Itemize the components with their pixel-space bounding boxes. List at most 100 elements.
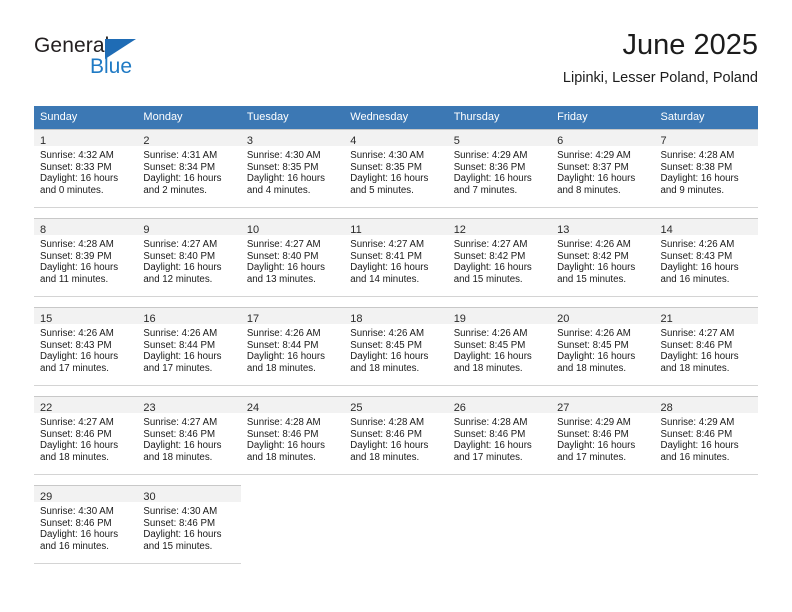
day-cell[interactable]: 17 Sunrise: 4:26 AM Sunset: 8:44 PM Dayligh… — [240, 307, 345, 386]
day-cell[interactable]: 2 Sunrise: 4:31 AM Sunset: 8:34 PM Daylight… — [137, 129, 241, 208]
day-cell[interactable]: 10 Sunrise: 4:27 AM Sunset: 8:40 PM Dayligh… — [240, 218, 345, 297]
day-cell[interactable]: 13 Sunrise: 4:26 AM Sunset: 8:42 PM Dayligh… — [551, 218, 655, 297]
daylight-text-line1: Daylight: 16 hours — [143, 262, 222, 274]
day-info: Sunrise: 4:27 AM Sunset: 8:42 PM Daylight:… — [448, 235, 551, 285]
calendar-cell-day-7: 7 Sunrise: 4:28 AM Sunset: 8:38 PM Daylight… — [654, 129, 758, 208]
week-spacer-cell — [34, 386, 758, 396]
day-cell[interactable]: 7 Sunrise: 4:28 AM Sunset: 8:38 PM Daylight… — [654, 129, 758, 208]
day-number: 18 — [350, 313, 363, 325]
day-number: 16 — [143, 313, 156, 325]
day-cell[interactable]: 26 Sunrise: 4:28 AM Sunset: 8:46 PM Dayligh… — [447, 396, 552, 475]
sunrise-text: Sunrise: 4:26 AM — [143, 328, 218, 339]
daylight-text-line1: Daylight: 16 hours — [40, 440, 119, 452]
sunrise-text: Sunrise: 4:29 AM — [660, 417, 735, 428]
sunrise-text: Sunrise: 4:30 AM — [350, 150, 425, 161]
day-number: 11 — [350, 224, 362, 236]
sunset-text: Sunset: 8:46 PM — [246, 428, 319, 440]
daylight-text-line1: Daylight: 16 hours — [350, 173, 429, 185]
day-cell[interactable]: 9 Sunrise: 4:27 AM Sunset: 8:40 PM Daylight… — [137, 218, 241, 297]
daylight-text-line2: and 18 minutes. — [660, 362, 730, 374]
day-number: 10 — [246, 224, 260, 236]
day-number-strip: 18 — [344, 308, 448, 325]
daylight-text-line1: Daylight: 16 hours — [143, 440, 222, 452]
day-info: Sunrise: 4:27 AM Sunset: 8:46 PM Daylight:… — [137, 413, 240, 463]
day-cell[interactable]: 21 Sunrise: 4:27 AM Sunset: 8:46 PM Dayligh… — [654, 307, 758, 386]
calendar-week-row: 15 Sunrise: 4:26 AM Sunset: 8:43 PM Dayligh… — [34, 307, 758, 386]
calendar-cell-day-23: 23 Sunrise: 4:27 AM Sunset: 8:46 PM Dayligh… — [137, 396, 241, 475]
calendar-cell-day-29: 29 Sunrise: 4:30 AM Sunset: 8:46 PM Dayligh… — [34, 485, 138, 564]
daylight-text-line1: Daylight: 16 hours — [40, 529, 119, 541]
day-cell[interactable]: 27 Sunrise: 4:29 AM Sunset: 8:46 PM Dayligh… — [551, 396, 655, 475]
sunrise-text: Sunrise: 4:29 AM — [557, 417, 631, 428]
calendar-cell-day-4: 4 Sunrise: 4:30 AM Sunset: 8:35 PM Daylight… — [344, 129, 448, 208]
daylight-text-line2: and 9 minutes. — [660, 184, 725, 196]
day-cell[interactable]: 5 Sunrise: 4:29 AM Sunset: 8:36 PM Daylight… — [447, 129, 552, 208]
sunrise-text: Sunrise: 4:26 AM — [557, 239, 631, 250]
day-number: 20 — [557, 313, 570, 325]
daylight-text-line1: Daylight: 16 hours — [557, 173, 636, 185]
day-cell[interactable]: 23 Sunrise: 4:27 AM Sunset: 8:46 PM Dayligh… — [137, 396, 241, 475]
daylight-text-line2: and 4 minutes. — [246, 184, 311, 196]
day-cell[interactable]: 14 Sunrise: 4:26 AM Sunset: 8:43 PM Dayligh… — [654, 218, 758, 297]
day-cell[interactable]: 30 Sunrise: 4:30 AM Sunset: 8:46 PM Dayligh… — [137, 485, 241, 564]
calendar-page: General Blue June 2025 Lipinki, Lesser P… — [0, 0, 792, 612]
daylight-text-line2: and 15 minutes. — [143, 540, 213, 552]
daylight-text-line1: Daylight: 16 hours — [350, 262, 429, 274]
sunset-text: Sunset: 8:38 PM — [660, 161, 733, 173]
daylight-text-line2: and 18 minutes. — [143, 451, 213, 463]
daylight-text-line2: and 17 minutes. — [453, 451, 523, 463]
sunrise-text: Sunrise: 4:28 AM — [660, 150, 735, 161]
day-number-strip: 15 — [34, 308, 138, 325]
day-number: 25 — [350, 402, 363, 414]
sunrise-text: Sunrise: 4:30 AM — [40, 506, 114, 517]
sunrise-text: Sunrise: 4:26 AM — [350, 328, 425, 339]
day-info: Sunrise: 4:26 AM Sunset: 8:43 PM Daylight:… — [34, 324, 137, 374]
daylight-text-line1: Daylight: 16 hours — [453, 262, 532, 274]
title-block: June 2025 Lipinki, Lesser Poland, Poland — [563, 28, 758, 88]
daylight-text-line1: Daylight: 16 hours — [40, 262, 119, 274]
daylight-text-line1: Daylight: 16 hours — [453, 440, 532, 452]
day-cell[interactable]: 16 Sunrise: 4:26 AM Sunset: 8:44 PM Dayligh… — [137, 307, 241, 386]
day-number: 27 — [557, 402, 570, 414]
day-number-strip: 30 — [137, 486, 241, 503]
day-cell[interactable]: 4 Sunrise: 4:30 AM Sunset: 8:35 PM Daylight… — [344, 129, 448, 208]
day-cell[interactable]: 3 Sunrise: 4:30 AM Sunset: 8:35 PM Daylight… — [240, 129, 345, 208]
daylight-text-line1: Daylight: 16 hours — [660, 262, 739, 274]
day-cell[interactable]: 25 Sunrise: 4:28 AM Sunset: 8:46 PM Dayligh… — [344, 396, 448, 475]
daylight-text-line2: and 12 minutes. — [143, 273, 213, 285]
day-number: 19 — [453, 313, 466, 325]
day-cell[interactable]: 22 Sunrise: 4:27 AM Sunset: 8:46 PM Dayligh… — [34, 396, 138, 475]
day-number: 15 — [40, 313, 53, 325]
day-cell[interactable]: 18 Sunrise: 4:26 AM Sunset: 8:45 PM Dayligh… — [344, 307, 448, 386]
empty-day-cell — [447, 485, 552, 564]
sunrise-text: Sunrise: 4:27 AM — [453, 239, 528, 250]
daylight-text-line1: Daylight: 16 hours — [350, 351, 429, 363]
daylight-text-line1: Daylight: 16 hours — [557, 440, 636, 452]
day-cell[interactable]: 11 Sunrise: 4:27 AM Sunset: 8:41 PM Dayligh… — [344, 218, 448, 297]
day-cell[interactable]: 6 Sunrise: 4:29 AM Sunset: 8:37 PM Daylight… — [551, 129, 655, 208]
daylight-text-line2: and 17 minutes. — [557, 451, 627, 463]
sunset-text: Sunset: 8:46 PM — [453, 428, 526, 440]
day-number: 17 — [246, 313, 260, 325]
day-cell[interactable]: 12 Sunrise: 4:27 AM Sunset: 8:42 PM Dayligh… — [447, 218, 552, 297]
day-cell[interactable]: 28 Sunrise: 4:29 AM Sunset: 8:46 PM Dayligh… — [654, 396, 758, 475]
calendar-week-row: 22 Sunrise: 4:27 AM Sunset: 8:46 PM Dayligh… — [34, 396, 758, 475]
day-info: Sunrise: 4:28 AM Sunset: 8:46 PM Daylight:… — [344, 413, 447, 463]
day-cell[interactable]: 29 Sunrise: 4:30 AM Sunset: 8:46 PM Dayligh… — [34, 485, 138, 564]
day-cell[interactable]: 1 Sunrise: 4:32 AM Sunset: 8:33 PM Daylight… — [34, 129, 138, 208]
page-header: General Blue June 2025 Lipinki, Lesser P… — [0, 0, 792, 86]
general-blue-logo[interactable]: General Blue — [34, 34, 164, 82]
daylight-text-line1: Daylight: 16 hours — [660, 440, 739, 452]
day-info: Sunrise: 4:29 AM Sunset: 8:36 PM Daylight:… — [448, 146, 551, 196]
empty-day-cell — [551, 485, 655, 564]
day-info: Sunrise: 4:27 AM Sunset: 8:40 PM Daylight:… — [137, 235, 240, 285]
day-cell[interactable]: 20 Sunrise: 4:26 AM Sunset: 8:45 PM Dayligh… — [551, 307, 655, 386]
day-cell[interactable]: 19 Sunrise: 4:26 AM Sunset: 8:45 PM Dayligh… — [447, 307, 552, 386]
sunrise-text: Sunrise: 4:26 AM — [453, 328, 528, 339]
day-cell[interactable]: 8 Sunrise: 4:28 AM Sunset: 8:39 PM Daylight… — [34, 218, 138, 297]
sunset-text: Sunset: 8:33 PM — [40, 161, 112, 173]
sunset-text: Sunset: 8:46 PM — [660, 428, 733, 440]
day-number-strip: 16 — [137, 308, 241, 325]
day-cell[interactable]: 15 Sunrise: 4:26 AM Sunset: 8:43 PM Dayligh… — [34, 307, 138, 386]
day-cell[interactable]: 24 Sunrise: 4:28 AM Sunset: 8:46 PM Dayligh… — [240, 396, 345, 475]
